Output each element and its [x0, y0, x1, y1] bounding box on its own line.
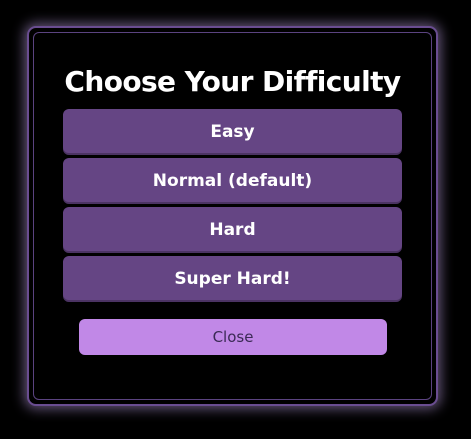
- difficulty-option-easy[interactable]: Easy: [63, 109, 402, 155]
- close-button[interactable]: Close: [79, 319, 387, 355]
- difficulty-dialog: Choose Your Difficulty Easy Normal (defa…: [27, 26, 438, 406]
- difficulty-options: Easy Normal (default) Hard Super Hard!: [63, 109, 402, 305]
- dialog-title: Choose Your Difficulty: [64, 65, 401, 98]
- difficulty-option-hard[interactable]: Hard: [63, 207, 402, 253]
- difficulty-option-super-hard[interactable]: Super Hard!: [63, 256, 402, 302]
- difficulty-option-normal[interactable]: Normal (default): [63, 158, 402, 204]
